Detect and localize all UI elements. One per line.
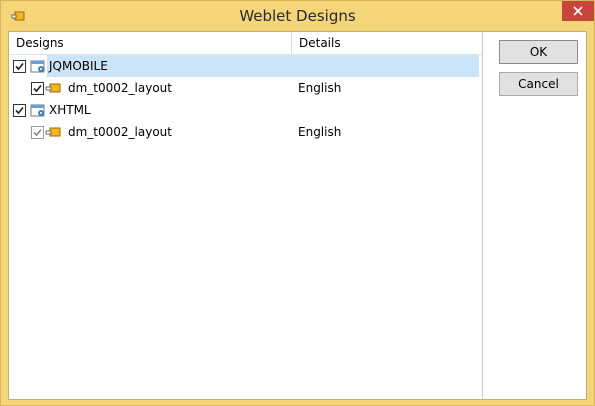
row-label: dm_t0002_layout	[68, 81, 172, 95]
row-label: dm_t0002_layout	[68, 125, 172, 139]
checkmark-icon	[33, 128, 42, 137]
checkbox-layout-1[interactable]	[31, 82, 44, 95]
row-selection-highlight	[47, 55, 479, 77]
close-button[interactable]	[562, 1, 594, 21]
design-group-icon	[30, 104, 46, 121]
row-label: JQMOBILE	[49, 59, 108, 73]
checkmark-icon	[33, 84, 42, 93]
checkbox-jqmobile[interactable]	[13, 60, 26, 73]
column-header-details[interactable]: Details	[292, 32, 482, 54]
dialog-client-area: Designs Details JQMOBILE dm_t0002_layout…	[8, 31, 587, 400]
folder-icon	[45, 82, 61, 97]
checkbox-xhtml[interactable]	[13, 104, 26, 117]
checkmark-icon	[15, 62, 24, 71]
row-details: English	[298, 81, 342, 95]
folder-icon	[45, 126, 61, 141]
window-title: Weblet Designs	[239, 7, 356, 25]
ok-button[interactable]: OK	[499, 40, 578, 64]
row-label: XHTML	[49, 103, 91, 117]
column-header-designs[interactable]: Designs	[9, 32, 292, 54]
row-details: English	[298, 125, 342, 139]
cancel-button[interactable]: Cancel	[499, 72, 578, 96]
close-icon	[573, 6, 583, 16]
checkmark-icon	[15, 106, 24, 115]
dialog-window: Weblet Designs Designs Details JQMOBILE …	[0, 0, 595, 406]
tree-row-jqmobile[interactable]: JQMOBILE	[9, 55, 482, 77]
tree-row-layout-2[interactable]: dm_t0002_layout English	[9, 121, 482, 143]
title-bar[interactable]: Weblet Designs	[1, 1, 594, 31]
design-group-icon	[30, 60, 46, 77]
checkbox-layout-2[interactable]	[31, 126, 44, 139]
tree-row-layout-1[interactable]: dm_t0002_layout English	[9, 77, 482, 99]
designs-listview[interactable]: Designs Details JQMOBILE dm_t0002_layout…	[9, 32, 483, 399]
tree-row-xhtml[interactable]: XHTML	[9, 99, 482, 121]
